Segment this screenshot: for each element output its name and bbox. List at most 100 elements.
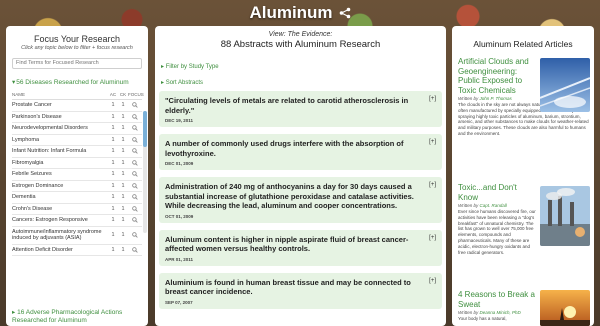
col-ac[interactable]: AC [108, 92, 118, 97]
table-row[interactable]: Neurodevelopmental Disorders 1 1 [12, 123, 142, 135]
article-count: 1 [111, 159, 115, 166]
disease-name[interactable]: Febrile Seizures [12, 169, 108, 180]
article-excerpt: Your body has a natural, [458, 316, 507, 321]
focus-button[interactable] [128, 102, 142, 108]
abstract-text[interactable]: Aluminum content is higher in nipple asp… [165, 235, 436, 254]
scrollbar-thumb[interactable] [143, 111, 147, 147]
expand-button[interactable]: [+] [429, 96, 436, 102]
table-row[interactable]: Fibromyalgia 1 1 [12, 158, 142, 169]
abstract-text[interactable]: Administration of 240 mg of anthocyanins… [165, 182, 436, 211]
disease-name[interactable]: Prostate Cancer [12, 100, 108, 111]
focus-button[interactable] [128, 171, 142, 177]
table-row[interactable]: Attention Deficit Disorder 1 1 [12, 245, 142, 256]
col-name[interactable]: NAME [12, 92, 108, 97]
search-icon [132, 205, 138, 212]
table-row[interactable]: Lymphoma 1 1 [12, 135, 142, 146]
abstract-card[interactable]: A number of commonly used drugs interfer… [159, 134, 442, 170]
focus-button[interactable] [128, 205, 142, 212]
table-row[interactable]: Crohn's Disease 1 1 [12, 204, 142, 215]
abstract-date: SEP 07, 2007 [165, 299, 193, 305]
diseases-table-header: NAME AC CK FOCUS [12, 92, 144, 100]
article-card[interactable]: Toxic...and Don't Know Written by Capt. … [458, 183, 590, 255]
article-thumbnail-sunset-image[interactable] [540, 290, 590, 326]
focus-button[interactable] [128, 113, 142, 120]
table-row[interactable]: Cancers: Estrogen Responsive 1 1 [12, 215, 142, 227]
article-author[interactable]: Deanna Minich, PhD [480, 310, 521, 315]
search-icon [132, 171, 138, 177]
table-row[interactable]: Dementia 1 1 [12, 192, 142, 204]
abstract-card[interactable]: Aluminium is found in human breast tissu… [159, 272, 442, 309]
table-row[interactable]: Autoimmune/inflammatory syndrome induced… [12, 227, 142, 245]
article-card[interactable]: Artificial Clouds and Geoengineering: Pu… [458, 57, 590, 137]
table-row[interactable]: Febrile Seizures 1 1 [12, 169, 142, 181]
focus-button[interactable] [128, 217, 142, 223]
focus-button[interactable] [128, 148, 142, 154]
focus-button[interactable] [128, 159, 142, 166]
diseases-section-toggle[interactable]: ▾56 Diseases Researched for Aluminum [12, 78, 148, 86]
disease-name[interactable]: Neurodevelopmental Disorders [12, 123, 108, 134]
diseases-section-label: 56 Diseases Researched for Aluminum [16, 79, 129, 86]
abstracts-title: 88 Abstracts with Aluminum Research [220, 39, 381, 50]
search-icon [132, 194, 138, 200]
adverse-actions-section-toggle[interactable]: ▸ 16 Adverse Pharmacological Actions Res… [12, 309, 142, 325]
article-card[interactable]: 4 Reasons to Break a Sweat Written by De… [458, 290, 590, 326]
abstract-card[interactable]: Administration of 240 mg of anthocyanins… [159, 177, 442, 223]
table-row[interactable]: Parkinson's Disease 1 1 [12, 112, 142, 123]
table-row[interactable]: Prostate Cancer 1 1 [12, 100, 142, 112]
expand-button[interactable]: [+] [429, 235, 436, 241]
focus-button[interactable] [128, 182, 142, 189]
expand-button[interactable]: [+] [429, 278, 436, 284]
article-title[interactable]: 4 Reasons to Break a Sweat [458, 290, 538, 309]
disease-name[interactable]: Cancers: Estrogen Responsive [12, 215, 108, 226]
article-title[interactable]: Artificial Clouds and Geoengineering: Pu… [458, 57, 538, 95]
table-row[interactable]: Estrogen Dominance 1 1 [12, 181, 142, 192]
disease-name[interactable]: Autoimmune/inflammatory syndrome induced… [12, 227, 108, 244]
abstract-list: "Circulating levels of metals are relate… [159, 91, 442, 316]
filter-study-type-label: Filter by Study Type [165, 64, 219, 70]
abstracts-panel: View: The Evidence: 88 Abstracts with Al… [155, 26, 446, 326]
search-icon [132, 217, 138, 223]
article-thumbnail-sky-image[interactable] [540, 58, 590, 112]
article-thumbnail-factory-image[interactable] [540, 186, 590, 246]
disease-name[interactable]: Parkinson's Disease [12, 112, 108, 123]
citation-count: 1 [121, 232, 125, 238]
abstract-text[interactable]: "Circulating levels of metals are relate… [165, 96, 436, 115]
article-author[interactable]: Capt. Randall [480, 203, 507, 208]
related-articles-title: Aluminum Related Articles [473, 39, 573, 49]
focus-button[interactable] [128, 194, 142, 200]
article-title[interactable]: Toxic...and Don't Know [458, 183, 538, 202]
share-icon[interactable] [339, 7, 351, 19]
diseases-scrollbar[interactable] [143, 111, 147, 233]
abstract-card[interactable]: "Circulating levels of metals are relate… [159, 91, 442, 127]
focus-button[interactable] [128, 232, 142, 238]
disease-name[interactable]: Crohn's Disease [12, 204, 108, 215]
article-count: 1 [111, 246, 115, 253]
abstract-date: DEC 01, 2009 [165, 161, 194, 166]
table-row[interactable]: Infant Nutrition: Infant Formula 1 1 [12, 146, 142, 158]
disease-name[interactable]: Attention Deficit Disorder [12, 245, 108, 256]
citation-count: 1 [121, 246, 125, 253]
disease-name[interactable]: Lymphoma [12, 135, 108, 146]
expand-button[interactable]: [+] [429, 182, 436, 188]
article-author-prefix: Written by [458, 96, 479, 101]
focus-button[interactable] [128, 246, 142, 253]
search-icon [132, 182, 138, 189]
focus-button[interactable] [128, 136, 142, 143]
focus-button[interactable] [128, 125, 142, 131]
disease-name[interactable]: Fibromyalgia [12, 158, 108, 169]
diseases-table-body: Prostate Cancer 1 1 Parkinson's Disease 1 1 Ne… [12, 100, 142, 290]
expand-button[interactable]: [+] [429, 139, 436, 145]
search-icon [132, 102, 138, 108]
filter-study-type-link[interactable]: ▸ Filter by Study Type [161, 63, 219, 70]
abstract-text[interactable]: Aluminium is found in human breast tissu… [165, 278, 436, 297]
abstract-text[interactable]: A number of commonly used drugs interfer… [165, 139, 436, 158]
disease-name[interactable]: Infant Nutrition: Infant Formula [12, 146, 108, 157]
col-ck[interactable]: CK [118, 92, 128, 97]
sort-abstracts-link[interactable]: ▸ Sort Abstracts [161, 79, 203, 86]
article-author[interactable]: John P. Thomas [480, 96, 512, 101]
abstract-card[interactable]: Aluminum content is higher in nipple asp… [159, 229, 442, 266]
focus-search-input[interactable] [12, 57, 142, 69]
disease-name[interactable]: Estrogen Dominance [12, 181, 108, 192]
chevron-right-icon: ▸ [161, 64, 165, 70]
disease-name[interactable]: Dementia [12, 192, 108, 203]
